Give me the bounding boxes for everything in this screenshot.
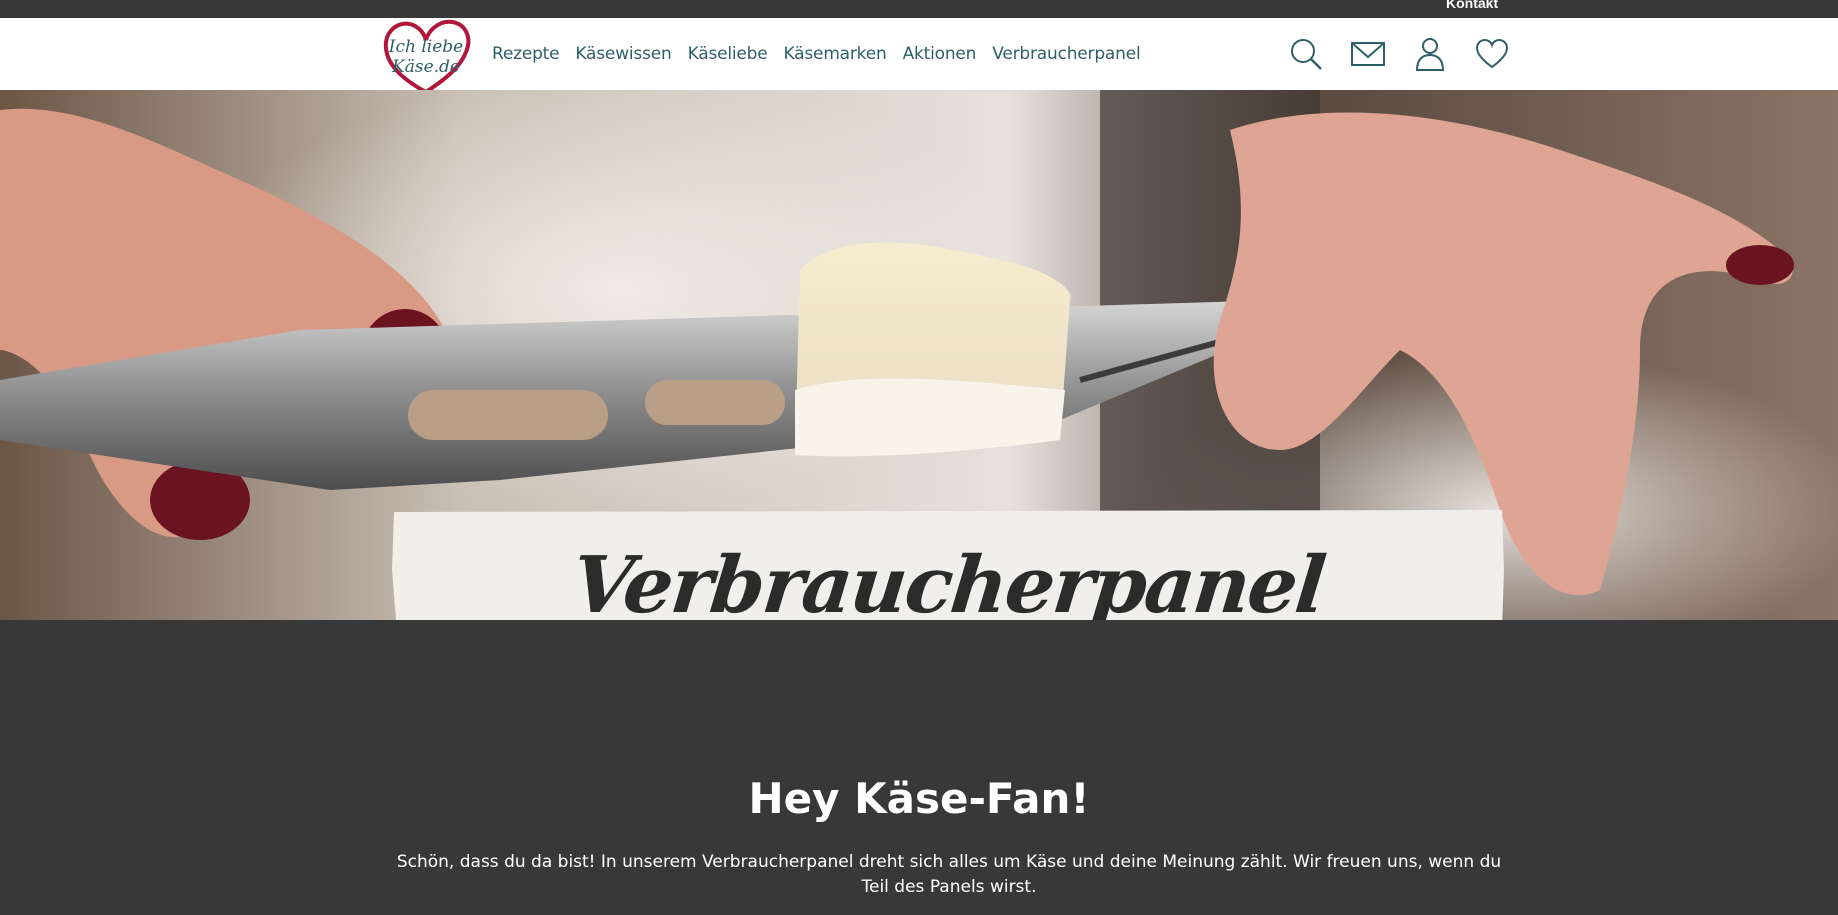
header-icons	[1288, 36, 1536, 72]
nav-item-rezepte[interactable]: Rezepte	[492, 44, 560, 64]
logo-text-line2: Käse.de	[391, 57, 460, 77]
site-header: Ich liebe Käse.de Rezepte Käsewissen Käs…	[0, 18, 1838, 95]
nav-item-kaesemarken[interactable]: Käsemarken	[784, 44, 887, 64]
heart-icon[interactable]	[1474, 36, 1510, 72]
nav-item-kaeseliebe[interactable]: Käseliebe	[688, 44, 768, 64]
mail-icon[interactable]	[1350, 36, 1386, 72]
content-section: Hey Käse-Fan! Schön, dass du da bist! In…	[0, 620, 1838, 915]
main-nav: Rezepte Käsewissen Käseliebe Käsemarken …	[492, 44, 1157, 64]
user-icon[interactable]	[1412, 36, 1448, 72]
logo-heart-icon: Ich liebe Käse.de	[383, 19, 471, 95]
contact-link[interactable]: Kontakt	[1446, 0, 1498, 11]
top-bar: Kontakt	[0, 0, 1838, 18]
hero-title: Verbraucherpanel	[567, 540, 1329, 631]
nav-item-aktionen[interactable]: Aktionen	[903, 44, 977, 64]
search-icon[interactable]	[1288, 36, 1324, 72]
intro-text: Schön, dass du da bist! In unserem Verbr…	[396, 852, 1502, 897]
welcome-heading: Hey Käse-Fan!	[748, 774, 1090, 823]
nav-item-kaesewissen[interactable]: Käsewissen	[575, 44, 671, 64]
logo-text-line1: Ich liebe	[388, 37, 463, 57]
nav-item-verbraucherpanel[interactable]: Verbraucherpanel	[992, 44, 1140, 64]
site-logo[interactable]: Ich liebe Käse.de	[380, 18, 472, 98]
